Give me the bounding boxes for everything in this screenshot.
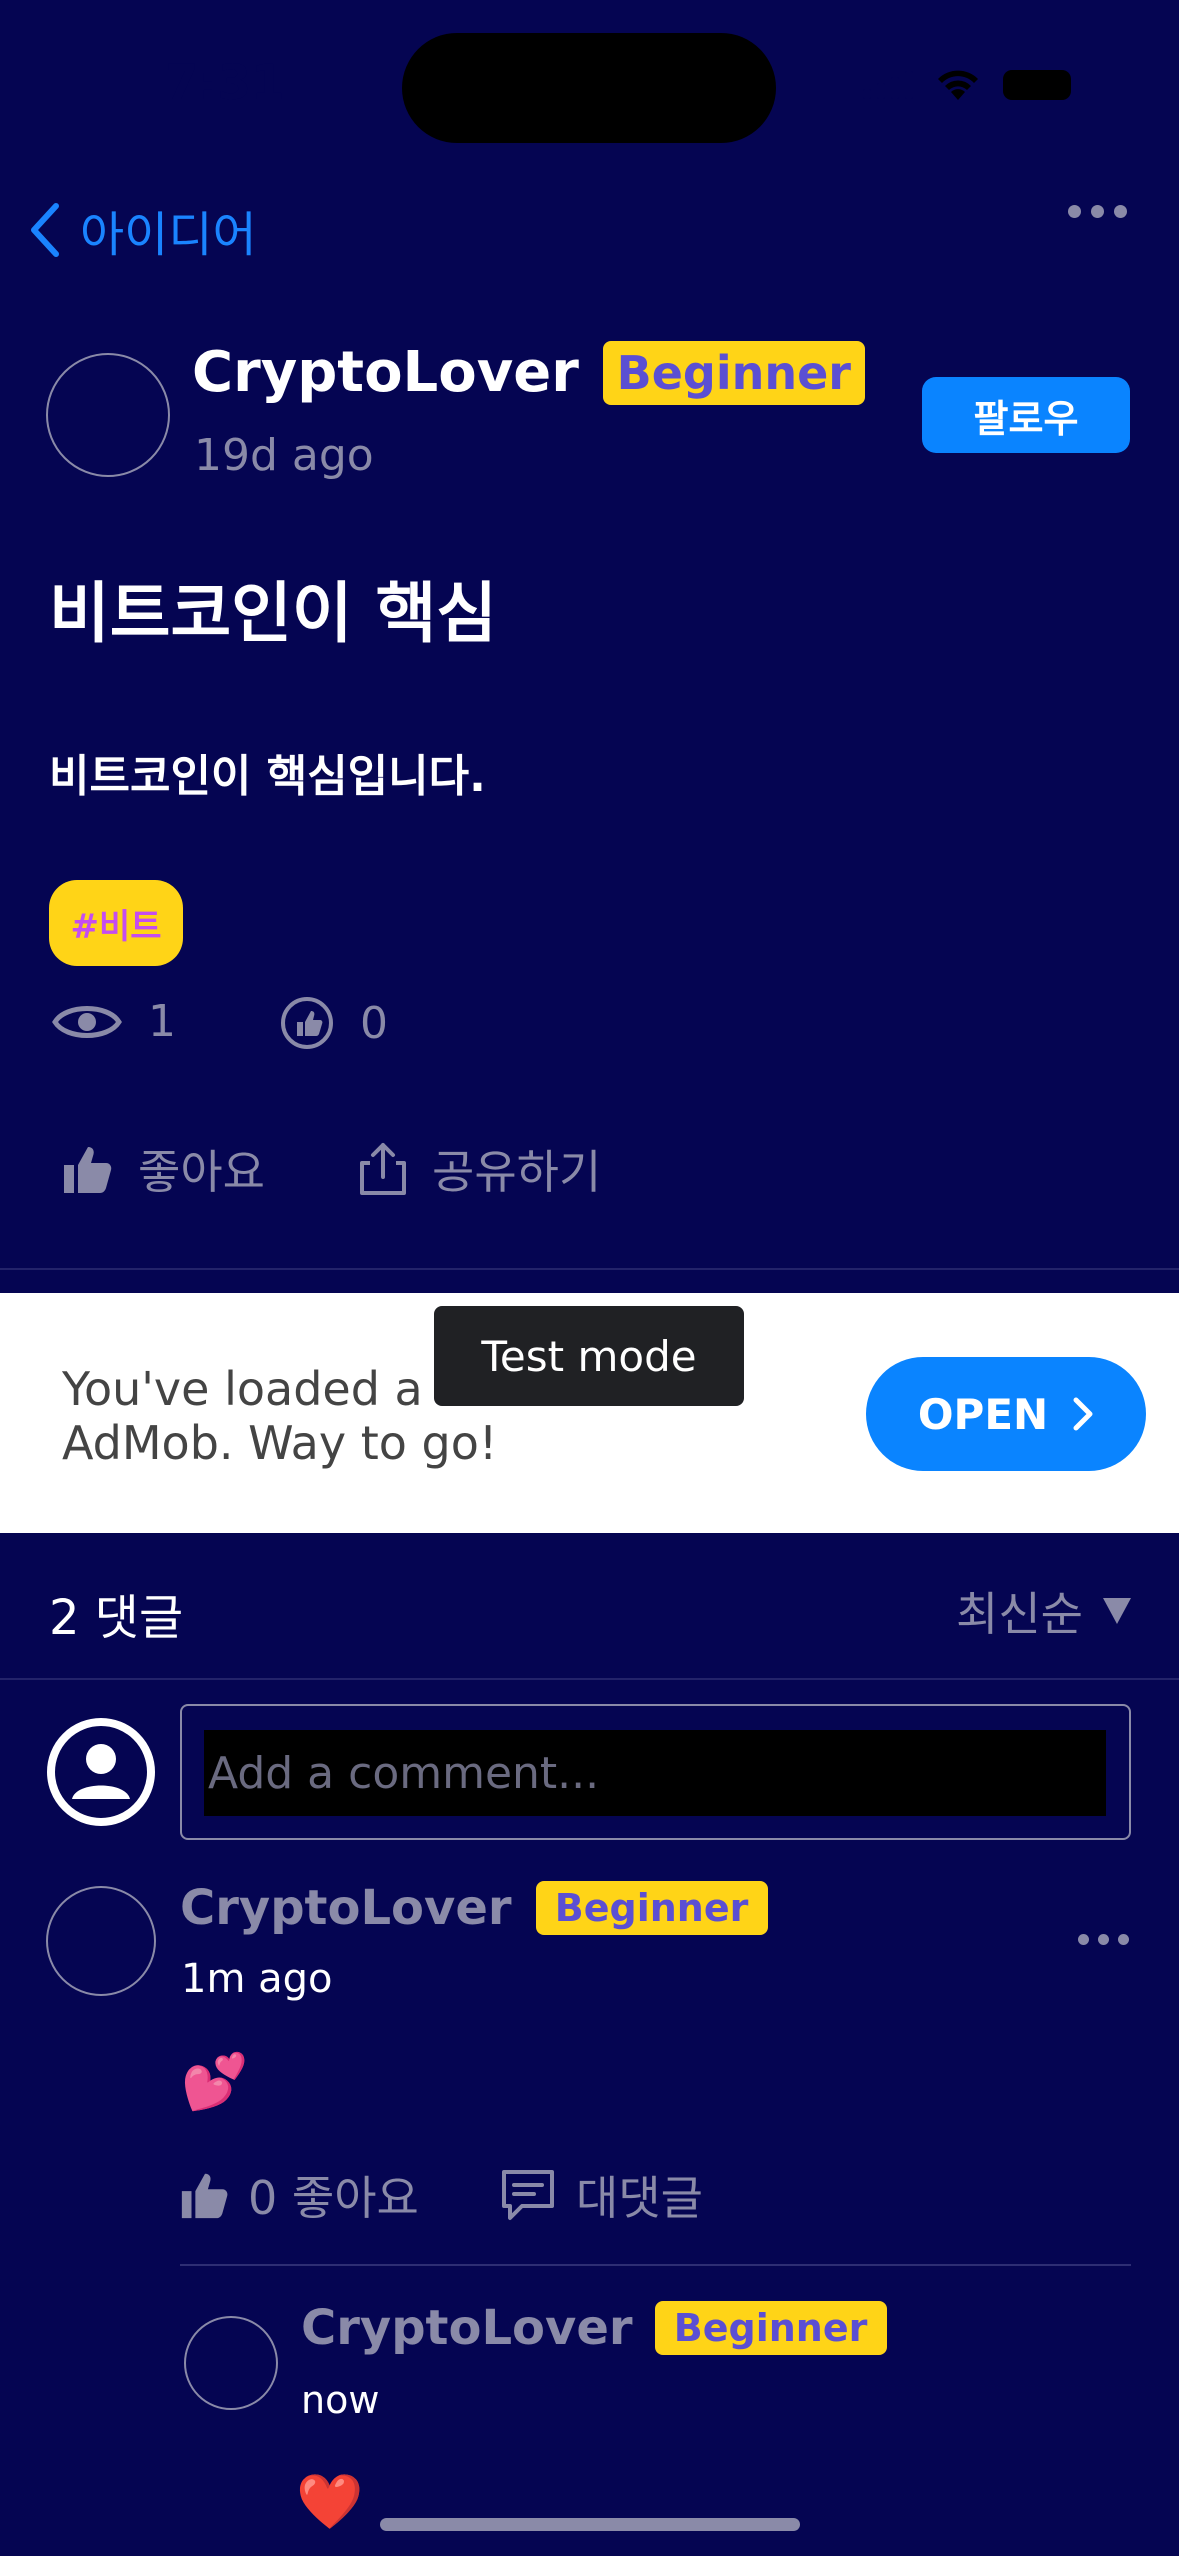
ad-text-line1: You've loaded a — [62, 1362, 423, 1416]
follow-button[interactable]: 팔로우 — [922, 377, 1130, 453]
reply-author-name[interactable]: CryptoLover — [301, 2300, 633, 2356]
reply-author-row: CryptoLover Beginner — [301, 2300, 887, 2356]
post-author-row: CryptoLover Beginner — [192, 340, 865, 405]
comments-divider — [0, 1678, 1179, 1680]
comment-more-icon[interactable] — [1078, 1934, 1129, 1945]
reply-avatar[interactable] — [184, 2316, 278, 2410]
triangle-down-icon — [1103, 1598, 1131, 1624]
thumbs-up-icon — [64, 1147, 112, 1193]
battery-icon — [1003, 70, 1071, 100]
post-body: 비트코인이 핵심입니다. — [49, 751, 486, 802]
like-count-value: 0 — [360, 997, 388, 1049]
back-button[interactable]: 아이디어 — [28, 195, 257, 265]
share-button[interactable]: 공유하기 — [356, 1136, 601, 1202]
ad-open-button[interactable]: OPEN — [866, 1357, 1146, 1471]
comment-input[interactable] — [204, 1730, 1106, 1816]
status-time: 7:31 — [165, 55, 285, 111]
like-button[interactable]: 좋아요 — [60, 1136, 265, 1202]
post-author-badge: Beginner — [602, 340, 865, 405]
comment-like-button[interactable]: 0 좋아요 — [178, 2162, 419, 2228]
like-button-label: 좋아요 — [138, 1145, 265, 1199]
comment-input-box[interactable] — [180, 1704, 1131, 1840]
view-count: 1 — [52, 996, 176, 1047]
comments-count: 2 댓글 — [49, 1590, 184, 1646]
comment-reply-label: 대댓글 — [576, 2171, 703, 2225]
chevron-right-icon — [1073, 1397, 1093, 1431]
sort-label: 최신순 — [956, 1587, 1083, 1641]
chevron-left-icon — [31, 203, 59, 257]
comment-author-badge: Beginner — [535, 1881, 768, 1935]
post-time: 19d ago — [194, 430, 374, 481]
chat-bubble-icon — [502, 2170, 554, 2220]
comment-text: 💕 — [181, 2050, 249, 2113]
comment-like-label: 0 좋아요 — [248, 2171, 419, 2225]
more-options-icon[interactable] — [1068, 205, 1127, 218]
post-author-name[interactable]: CryptoLover — [192, 340, 579, 405]
reply-author-badge: Beginner — [654, 2301, 887, 2355]
home-indicator — [380, 2518, 800, 2531]
ad-text[interactable]: You've loaded a AdMob. Way to go! — [62, 1362, 497, 1470]
thumbs-up-circle-icon — [281, 997, 333, 1049]
comment-avatar[interactable] — [46, 1886, 156, 1996]
sort-dropdown[interactable]: 최신순 — [956, 1578, 1133, 1644]
like-count: 0 — [280, 996, 388, 1050]
eye-icon — [52, 1005, 122, 1038]
hashtag-chip[interactable]: #비트 — [49, 880, 183, 966]
reply-divider — [180, 2264, 1131, 2266]
reply-time: now — [301, 2378, 380, 2422]
share-icon — [360, 1143, 406, 1195]
comment-author-name[interactable]: CryptoLover — [180, 1880, 512, 1936]
dynamic-island — [402, 33, 776, 143]
ad-text-line2: AdMob. Way to go! — [62, 1416, 498, 1470]
thumbs-up-icon — [181, 2173, 228, 2219]
comment-reply-button[interactable]: 대댓글 — [500, 2162, 703, 2228]
comment-time: 1m ago — [181, 1956, 333, 2002]
comment-author-row: CryptoLover Beginner — [180, 1880, 768, 1936]
status-icons — [863, 68, 1071, 102]
user-avatar-icon — [47, 1718, 155, 1826]
post-divider — [0, 1268, 1179, 1270]
share-button-label: 공유하기 — [432, 1145, 602, 1199]
post-title: 비트코인이 핵심 — [49, 575, 498, 652]
wifi-icon — [938, 70, 978, 100]
ad-open-label: OPEN — [917, 1389, 1049, 1439]
view-count-value: 1 — [148, 996, 176, 1047]
cellular-signal-icon — [863, 71, 913, 99]
ad-test-mode-label: Test mode — [434, 1306, 744, 1406]
reply-text: ❤️ — [296, 2470, 364, 2533]
back-label: 아이디어 — [80, 207, 257, 263]
author-avatar[interactable] — [46, 353, 170, 477]
